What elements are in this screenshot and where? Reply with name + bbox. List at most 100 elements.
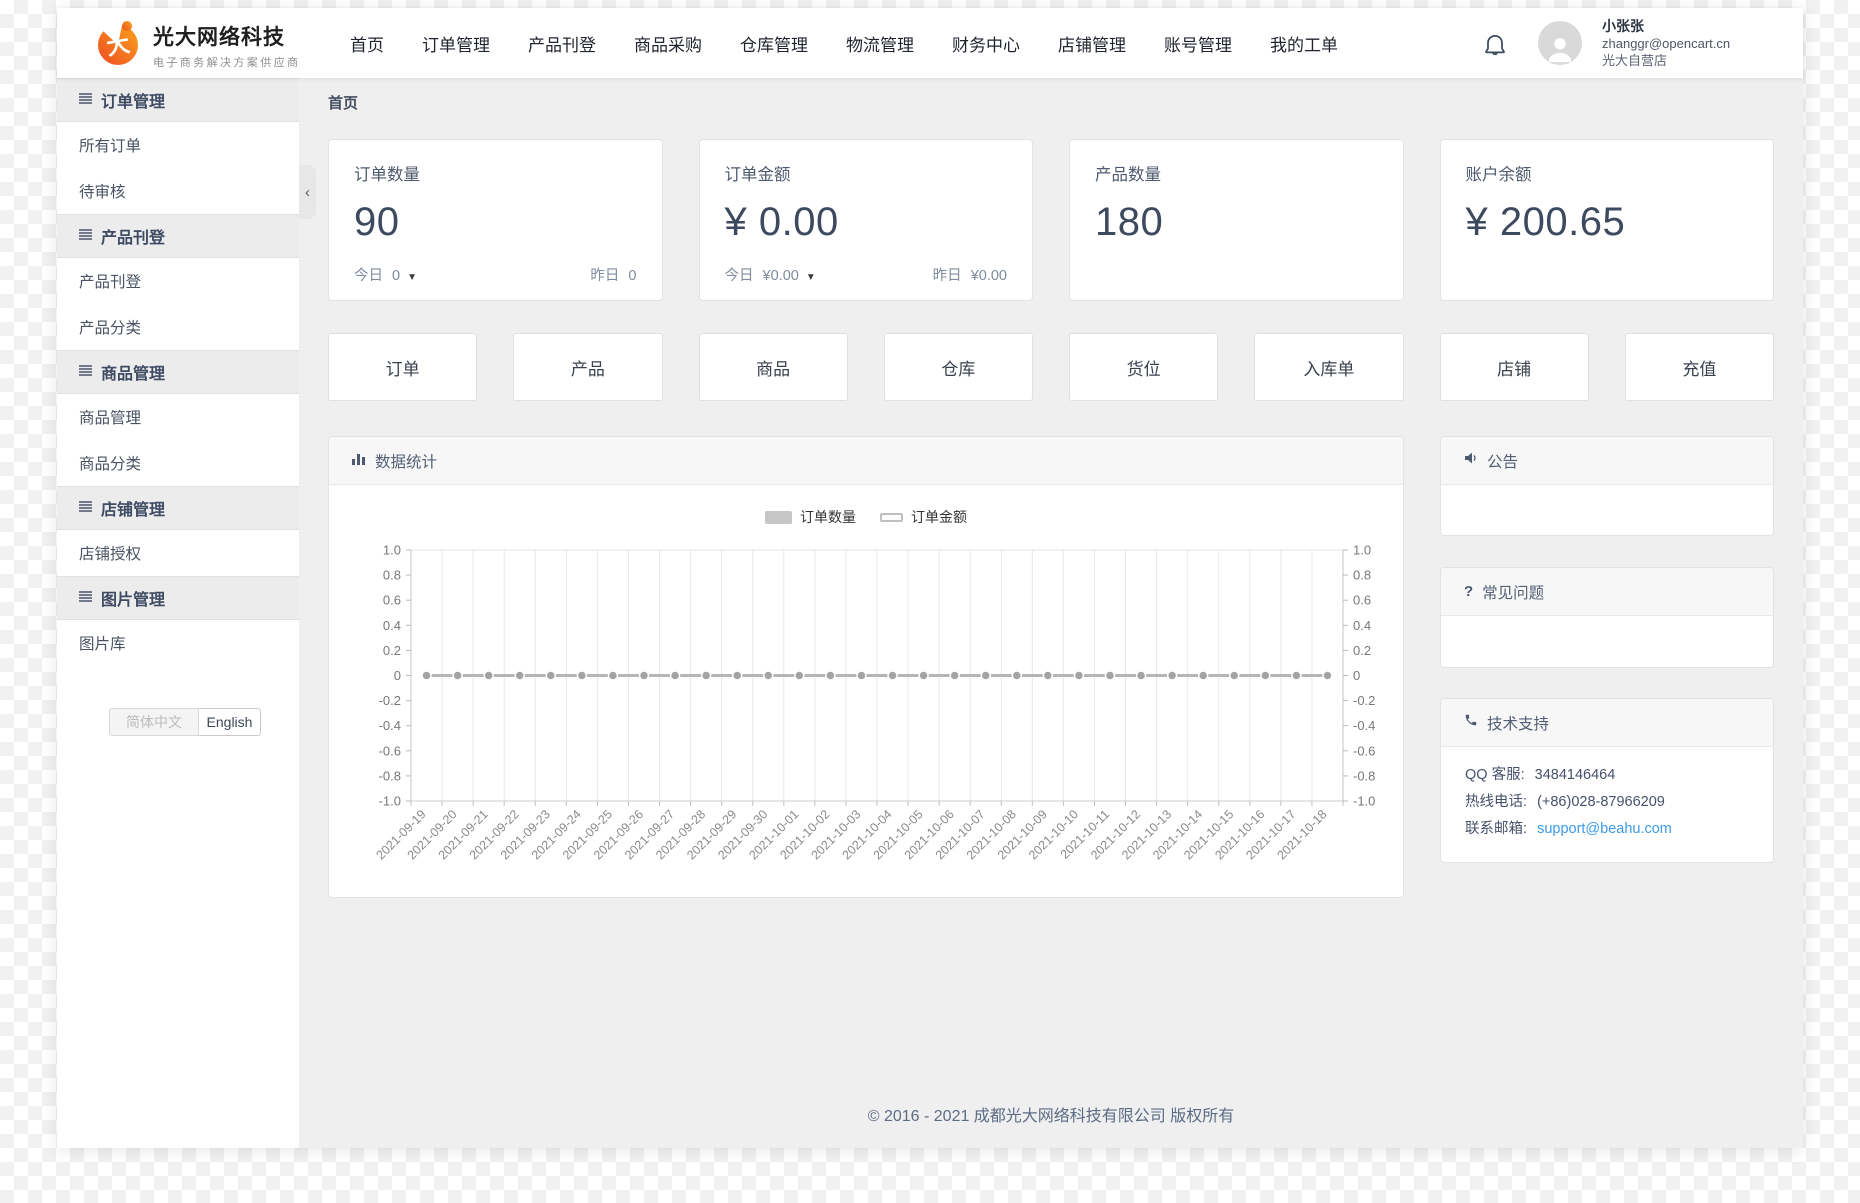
sidebar-group-label: 店铺管理: [101, 496, 165, 520]
caret-down-icon: ▼: [407, 272, 417, 283]
sidebar: 订单管理 所有订单待审核 产品刊登 产品刊登产品分类 商品管理 商品管理商品分类…: [57, 78, 299, 1148]
stat-card-title: 账户余额: [1466, 161, 1749, 185]
nav-item-store-management[interactable]: 店铺管理: [1058, 31, 1126, 56]
sidebar-item-goods-management[interactable]: 商品管理: [57, 394, 299, 440]
svg-text:1.0: 1.0: [383, 543, 401, 558]
screen: 大 光大网络科技 电子商务解决方案供应商 首页订单管理产品刊登商品采购仓库管理物…: [0, 0, 1860, 1203]
sidebar-group-store[interactable]: 店铺管理: [57, 486, 299, 530]
sidebar-item-pending-review[interactable]: 待审核: [57, 168, 299, 214]
sidebar-group-label: 图片管理: [101, 586, 165, 610]
sidebar-group-goods[interactable]: 商品管理: [57, 350, 299, 394]
stat-card-value: ¥ 200.65: [1466, 200, 1749, 245]
menu-list-icon: [79, 589, 92, 607]
quick-button-goods[interactable]: 商品: [699, 333, 848, 401]
menu-list-icon: [79, 363, 92, 381]
user-info[interactable]: 小张张 zhanggr@opencart.cn 光大自营店: [1602, 18, 1730, 69]
quick-button-products[interactable]: 产品: [513, 333, 662, 401]
app-window: 大 光大网络科技 电子商务解决方案供应商 首页订单管理产品刊登商品采购仓库管理物…: [57, 8, 1803, 1148]
caret-down-icon: ▼: [806, 272, 816, 283]
sidebar-item-image-library[interactable]: 图片库: [57, 620, 299, 666]
nav-item-finance-center[interactable]: 财务中心: [952, 31, 1020, 56]
menu-list-icon: [79, 91, 92, 109]
stat-card-product-count: 产品数量 180: [1069, 139, 1404, 301]
stat-card-title: 产品数量: [1095, 161, 1378, 185]
quick-button-stores[interactable]: 店铺: [1440, 333, 1589, 401]
user-avatar[interactable]: [1538, 21, 1582, 65]
sidebar-group-label: 订单管理: [101, 88, 165, 112]
brand-tagline: 电子商务解决方案供应商: [153, 54, 300, 70]
brand-logo[interactable]: 大 光大网络科技 电子商务解决方案供应商: [95, 19, 300, 72]
nav-item-goods-purchase[interactable]: 商品采购: [634, 31, 702, 56]
quick-button-recharge[interactable]: 充值: [1625, 333, 1774, 401]
announcement-panel: 公告: [1440, 436, 1774, 536]
language-switcher: 简体中文 English: [109, 708, 261, 736]
svg-text:1.0: 1.0: [1353, 543, 1371, 558]
sidebar-item-goods-categories[interactable]: 商品分类: [57, 440, 299, 486]
sidebar-item-label: 图片库: [79, 632, 126, 654]
stat-card-value: 180: [1095, 200, 1378, 245]
quick-button-orders[interactable]: 订单: [328, 333, 477, 401]
sidebar-collapse-handle[interactable]: ‹: [299, 165, 316, 219]
sidebar-item-product-listing[interactable]: 产品刊登: [57, 258, 299, 304]
yesterday-value: 昨日 0: [590, 264, 636, 285]
sidebar-item-store-authorization[interactable]: 店铺授权: [57, 530, 299, 576]
nav-item-my-tickets[interactable]: 我的工单: [1270, 31, 1338, 56]
nav-item-account-management[interactable]: 账号管理: [1164, 31, 1232, 56]
nav-item-home[interactable]: 首页: [350, 31, 384, 56]
svg-text:0.4: 0.4: [383, 618, 401, 633]
stats-cards: 订单数量 90 今日 0 ▼ 昨日 0 订单金额 ¥ 0.00 今日 ¥0.00…: [328, 139, 1774, 301]
language-english-button[interactable]: English: [199, 708, 261, 736]
sidebar-item-all-orders[interactable]: 所有订单: [57, 122, 299, 168]
breadcrumb[interactable]: 首页: [328, 92, 358, 113]
sidebar-item-label: 产品刊登: [79, 270, 141, 292]
content-area: ‹ 首页 订单数量 90 今日 0 ▼ 昨日 0 订单金额 ¥ 0.00 今日 …: [299, 78, 1803, 1148]
svg-text:0.8: 0.8: [1353, 568, 1371, 583]
svg-text:-0.4: -0.4: [1353, 718, 1375, 733]
quick-button-inbound-orders[interactable]: 入库单: [1254, 333, 1403, 401]
svg-text:0.2: 0.2: [383, 643, 401, 658]
svg-text:-0.2: -0.2: [379, 693, 401, 708]
stat-card-footer: 今日 ¥0.00 ▼ 昨日 ¥0.00: [725, 264, 1008, 285]
support-line: 热线电话: (+86)028-87966209: [1465, 789, 1749, 816]
sidebar-group-orders[interactable]: 订单管理: [57, 78, 299, 122]
support-panel: 技术支持 QQ 客服: 3484146464 热线电话: (+86)028-87…: [1440, 698, 1774, 863]
menu-list-icon: [79, 227, 92, 245]
support-email-link[interactable]: support@beahu.com: [1537, 821, 1672, 837]
footer-copyright: © 2016 - 2021 成都光大网络科技有限公司 版权所有: [299, 1102, 1803, 1126]
notification-bell-icon[interactable]: [1481, 30, 1509, 58]
statistics-panel-title: 数据统计: [375, 450, 437, 472]
sidebar-item-label: 所有订单: [79, 134, 141, 156]
menu-list-icon: [79, 499, 92, 517]
statistics-chart-svg: 1.01.00.80.80.60.60.40.40.20.200-0.2-0.2…: [329, 485, 1403, 898]
svg-text:0.8: 0.8: [383, 568, 401, 583]
legend-item-order-count[interactable]: 订单数量: [765, 507, 856, 527]
nav-item-logistics-management[interactable]: 物流管理: [846, 31, 914, 56]
sidebar-group-product-listing[interactable]: 产品刊登: [57, 214, 299, 258]
svg-text:-0.8: -0.8: [379, 768, 401, 783]
question-mark-icon: ?: [1464, 583, 1473, 600]
support-body: QQ 客服: 3484146464 热线电话: (+86)028-8796620…: [1441, 747, 1773, 858]
today-dropdown[interactable]: 今日 ¥0.00 ▼: [725, 264, 816, 285]
today-dropdown[interactable]: 今日 0 ▼: [354, 264, 417, 285]
stat-card-title: 订单数量: [354, 161, 637, 185]
quick-button-locations[interactable]: 货位: [1069, 333, 1218, 401]
quick-button-warehouse[interactable]: 仓库: [884, 333, 1033, 401]
svg-text:0: 0: [1353, 668, 1360, 683]
nav-item-product-listing[interactable]: 产品刊登: [528, 31, 596, 56]
svg-text:-0.2: -0.2: [1353, 693, 1375, 708]
svg-text:-0.6: -0.6: [1353, 743, 1375, 758]
sidebar-item-label: 店铺授权: [79, 542, 141, 564]
svg-text:0.6: 0.6: [383, 593, 401, 608]
nav-item-order-management[interactable]: 订单管理: [422, 31, 490, 56]
sidebar-item-product-categories[interactable]: 产品分类: [57, 304, 299, 350]
stat-card-title: 订单金额: [725, 161, 1008, 185]
svg-text:-0.4: -0.4: [379, 718, 401, 733]
language-current-button[interactable]: 简体中文: [109, 708, 199, 736]
chart-legend: 订单数量 订单金额: [329, 507, 1403, 527]
sidebar-group-images[interactable]: 图片管理: [57, 576, 299, 620]
legend-item-order-amount[interactable]: 订单金额: [880, 507, 967, 527]
nav-item-warehouse-management[interactable]: 仓库管理: [740, 31, 808, 56]
sidebar-menu: 订单管理 所有订单待审核 产品刊登 产品刊登产品分类 商品管理 商品管理商品分类…: [57, 78, 299, 666]
support-line: 联系邮箱: support@beahu.com: [1465, 816, 1749, 843]
stat-card-value: ¥ 0.00: [725, 200, 1008, 245]
